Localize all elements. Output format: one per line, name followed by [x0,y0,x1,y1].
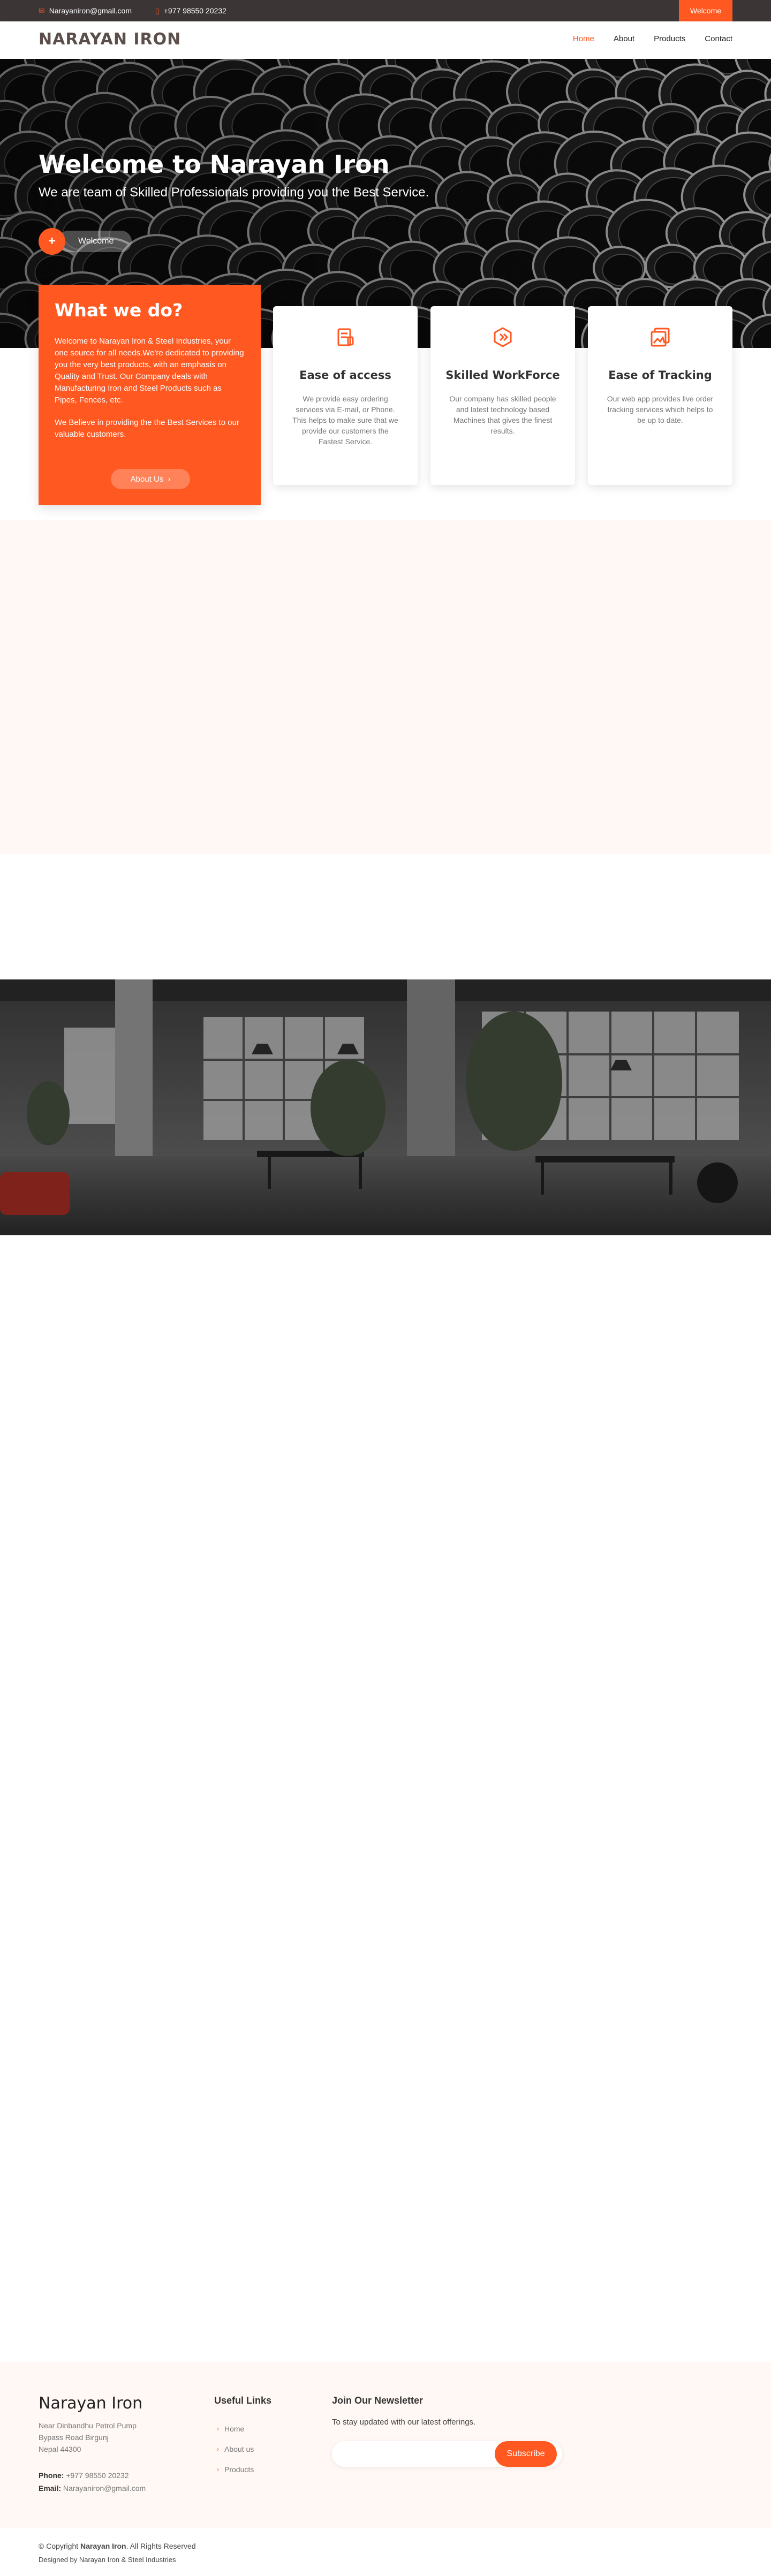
feature-card-ease-of-access: Ease of access We provide easy ordering … [273,306,418,485]
footer-email-row: Email: Narayaniron@gmail.com [39,2482,146,2495]
hero-cta-label[interactable]: Welcome [58,231,132,252]
chevron-right-icon: › [217,2445,219,2453]
about-us-label: About Us [130,474,164,484]
main-nav: Home About Products Contact [573,34,732,43]
top-email[interactable]: ✉ Narayaniron@gmail.com [39,6,132,16]
what-we-do-paragraph-2: We Believe in providing the the Best Ser… [55,418,239,439]
site-logo[interactable]: NARAYAN IRON [39,30,181,49]
footer-phone[interactable]: +977 98550 20232 [66,2471,128,2480]
email-label: Email: [39,2484,62,2493]
footer-phone-row: Phone: +977 98550 20232 [39,2469,146,2482]
nav-home[interactable]: Home [573,34,594,43]
footer-contact: Phone: +977 98550 20232 Email: Narayanir… [39,2469,146,2495]
footer-link-about[interactable]: › About us [217,2439,254,2459]
chevron-right-icon: › [168,474,171,484]
hero-cta[interactable]: + Welcome [39,228,132,255]
feature-card-skilled-workforce: Skilled WorkForce Our company has skille… [430,306,575,485]
footer-link-label: About us [224,2445,254,2453]
office-photo [0,979,771,1235]
light-section [0,520,771,854]
plus-icon[interactable]: + [39,228,65,255]
feature-text: Our company has skilled people and lates… [449,394,556,435]
nav-about[interactable]: About [614,34,634,43]
newsletter-form: Subscribe [332,2441,562,2467]
image-tracking-icon [651,328,670,347]
nav-contact[interactable]: Contact [705,34,732,43]
receipt-icon [337,328,354,346]
top-phone[interactable]: ▯ +977 98550 20232 [155,6,226,16]
about-us-button[interactable]: About Us › [111,469,190,489]
hero-title: Welcome to Narayan Iron [39,150,390,179]
chevron-right-icon: › [217,2466,219,2473]
phone-icon: ▯ [155,6,160,15]
footer-address: Near Dinbandhu Petrol Pump Bypass Road B… [39,2420,137,2455]
address-line: Near Dinbandhu Petrol Pump [39,2421,137,2430]
useful-links-heading: Useful Links [214,2395,272,2406]
footer-link-products[interactable]: › Products [217,2459,254,2480]
what-we-do-heading: What we do? [55,300,183,321]
copyright-bar: © Copyright Narayan Iron. All Rights Res… [0,2528,771,2576]
designed-by: Designed by Narayan Iron & Steel Industr… [39,2556,176,2564]
top-email-text: Narayaniron@gmail.com [49,6,132,15]
copyright-prefix: © Copyright [39,2542,79,2550]
feature-title: Ease of access [299,369,391,382]
newsletter-heading: Join Our Newsletter [332,2395,424,2406]
nav-products[interactable]: Products [654,34,685,43]
phone-label: Phone: [39,2471,64,2480]
feature-card-ease-of-tracking: Ease of Tracking Our web app provides li… [588,306,732,485]
site-footer: Narayan Iron Near Dinbandhu Petrol Pump … [0,2362,771,2528]
footer-link-home[interactable]: › Home [217,2419,254,2439]
page: ✉ Narayaniron@gmail.com ▯ +977 98550 202… [0,0,771,2576]
footer-link-label: Home [224,2425,245,2433]
office-banner-image [0,979,771,1235]
copyright-suffix: . All Rights Reserved [126,2542,196,2550]
site-header: NARAYAN IRON Home About Products Contact [0,21,771,59]
envelope-icon: ✉ [39,6,45,15]
top-phone-text: +977 98550 20232 [163,6,226,15]
welcome-button[interactable]: Welcome [679,0,732,21]
chevron-right-icon: › [217,2425,219,2433]
useful-links-list: › Home › About us › Products [217,2419,254,2480]
newsletter-text: To stay updated with our latest offering… [332,2418,476,2427]
footer-link-label: Products [224,2465,254,2474]
subscribe-button[interactable]: Subscribe [495,2441,557,2467]
feature-text: Our web app provides live order tracking… [607,394,714,424]
feature-text: We provide easy ordering services via E-… [292,394,398,446]
feature-title: Ease of Tracking [608,369,712,382]
copyright-brand: Narayan Iron [80,2542,126,2550]
hero-subtitle: We are team of Skilled Professionals pro… [39,185,429,200]
address-line: Bypass Road Birgunj [39,2433,109,2442]
newsletter-email-input[interactable] [343,2448,482,2460]
top-contact: ✉ Narayaniron@gmail.com ▯ +977 98550 202… [39,0,226,21]
top-bar: ✉ Narayaniron@gmail.com ▯ +977 98550 202… [0,0,771,21]
hexagon-code-icon [494,327,512,347]
what-we-do-box: What we do? Welcome to Narayan Iron & St… [39,285,261,505]
what-we-do-paragraph-1: Welcome to Narayan Iron & Steel Industri… [55,337,244,405]
feature-title: Skilled WorkForce [445,369,560,382]
footer-brand: Narayan Iron [39,2394,143,2413]
address-line: Nepal 44300 [39,2445,81,2453]
footer-email[interactable]: Narayaniron@gmail.com [63,2484,146,2493]
copyright-text: © Copyright Narayan Iron. All Rights Res… [39,2542,196,2550]
